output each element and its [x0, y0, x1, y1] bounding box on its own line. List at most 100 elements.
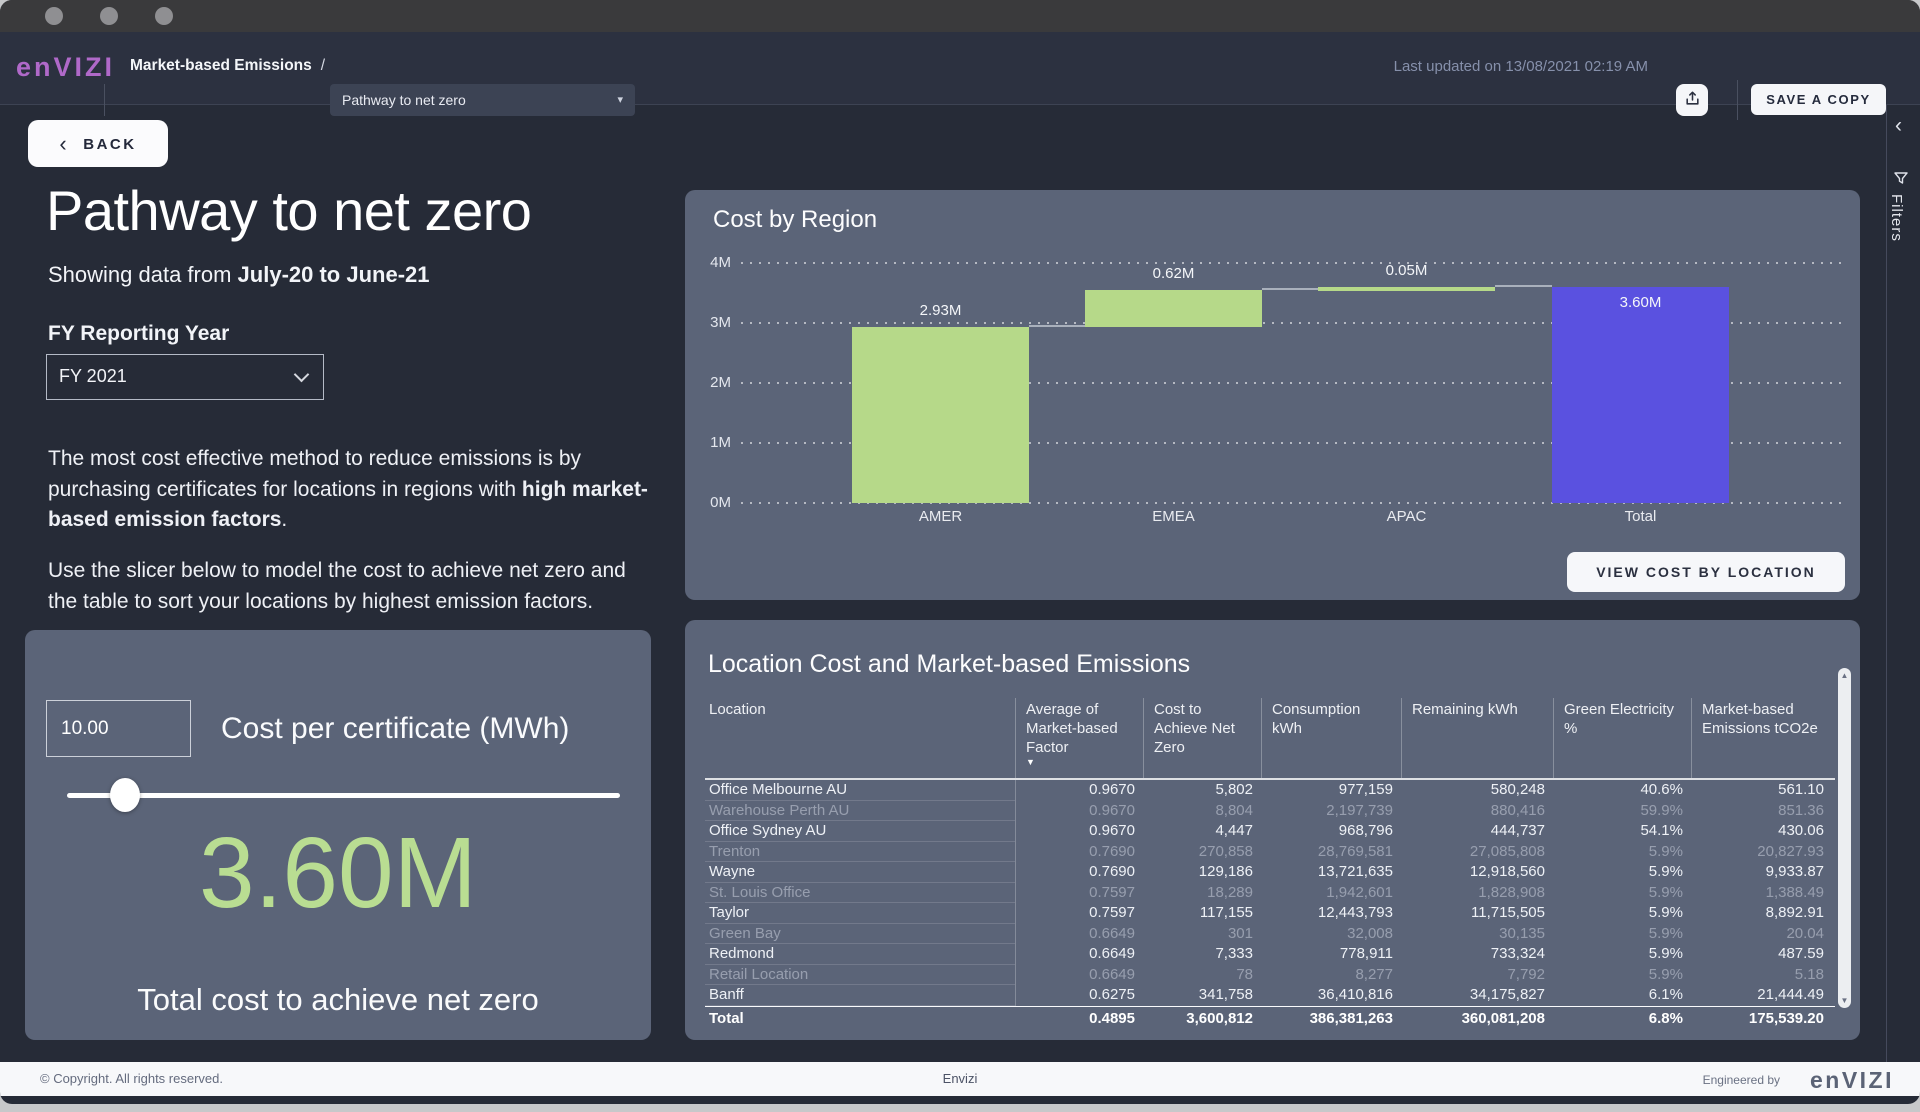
y-axis-tick-label: 1M — [685, 434, 731, 451]
window-control-icon[interactable] — [45, 7, 63, 25]
column-header[interactable]: Remaining kWh — [1401, 698, 1553, 778]
waterfall-bar-total[interactable] — [1552, 287, 1729, 503]
report-selector-value: Pathway to net zero — [342, 92, 466, 108]
chart-gridline — [741, 262, 1843, 264]
fy-year-dropdown[interactable]: FY 2021 — [46, 354, 324, 400]
window-control-icon[interactable] — [155, 7, 173, 25]
table-total-cell: 175,539.20 — [1691, 1007, 1832, 1032]
table-cell: 5.18 — [1691, 965, 1832, 986]
total-cost-value: 3.60M — [25, 816, 651, 931]
table-cell: 778,911 — [1261, 944, 1401, 965]
cost-slider-track[interactable] — [67, 793, 620, 798]
table-row[interactable]: Retail Location0.6649788,2777,7925.9%5.1… — [705, 965, 1835, 986]
table-cell: 59.9% — [1553, 801, 1691, 822]
waterfall-connector — [1029, 325, 1085, 327]
table-cell: 8,892.91 — [1691, 903, 1832, 924]
cost-slider-thumb[interactable] — [110, 778, 140, 812]
table-cell: 5.9% — [1553, 842, 1691, 863]
table-cell: 20,827.93 — [1691, 842, 1832, 863]
table-cell: 129,186 — [1143, 862, 1261, 883]
waterfall-connector — [1495, 285, 1552, 287]
table-row[interactable]: Office Melbourne AU0.96705,802977,159580… — [705, 780, 1835, 801]
table-cell: 7,333 — [1143, 944, 1261, 965]
column-header[interactable]: Market-based Emissions tCO2e — [1691, 698, 1832, 778]
table-row[interactable]: Trenton0.7690270,85828,769,58127,085,808… — [705, 842, 1835, 863]
table-cell: 7,792 — [1401, 965, 1553, 986]
table-row[interactable]: Office Sydney AU0.96704,447968,796444,73… — [705, 821, 1835, 842]
scroll-down-icon[interactable]: ▼ — [1838, 996, 1851, 1005]
bar-data-label: 0.62M — [1085, 265, 1262, 282]
column-header[interactable]: Cost to Achieve Net Zero — [1143, 698, 1261, 778]
table-cell: 54.1% — [1553, 821, 1691, 842]
certificate-cost-card: Cost per certificate (MWh) 3.60M Total c… — [25, 630, 651, 1040]
table-row[interactable]: Green Bay0.664930132,00830,1355.9%20.04 — [705, 924, 1835, 945]
table-row[interactable]: St. Louis Office0.759718,2891,942,6011,8… — [705, 883, 1835, 904]
table-row[interactable]: Banff0.6275341,75836,410,81634,175,8276.… — [705, 985, 1835, 1006]
table-cell: 487.59 — [1691, 944, 1832, 965]
table-cell: 968,796 — [1261, 821, 1401, 842]
table-row[interactable]: Wayne0.7690129,18613,721,63512,918,5605.… — [705, 862, 1835, 883]
table-cell: Green Bay — [705, 924, 1015, 945]
waterfall-bar-emea[interactable] — [1085, 290, 1262, 327]
table-cell: 0.7690 — [1015, 862, 1143, 883]
report-selector-dropdown[interactable]: Pathway to net zero ▾ — [330, 84, 635, 116]
cost-per-certificate-input[interactable] — [46, 700, 191, 757]
table-cell: 444,737 — [1401, 821, 1553, 842]
table-total-cell: 3,600,812 — [1143, 1007, 1261, 1032]
waterfall-chart: 0M1M2M3M4M2.93MAMER0.62MEMEA0.05MAPAC3.6… — [685, 190, 1860, 600]
table-cell: 0.6649 — [1015, 944, 1143, 965]
table-total-row: Total0.48953,600,812386,381,263360,081,2… — [705, 1006, 1835, 1032]
scroll-up-icon[interactable]: ▲ — [1838, 671, 1851, 680]
table-total-cell: 360,081,208 — [1401, 1007, 1553, 1032]
table-cell: 0.9670 — [1015, 780, 1143, 801]
app-footer: © Copyright. All rights reserved. Envizi… — [0, 1062, 1920, 1096]
export-button[interactable] — [1676, 84, 1708, 116]
subtitle-prefix: Showing data from — [48, 262, 238, 287]
table-cell: 40.6% — [1553, 780, 1691, 801]
table-cell: 18,289 — [1143, 883, 1261, 904]
table-cell: Taylor — [705, 903, 1015, 924]
collapse-filters-icon[interactable]: ‹ — [1895, 114, 1902, 138]
waterfall-bar-apac[interactable] — [1318, 287, 1495, 291]
y-axis-tick-label: 3M — [685, 314, 731, 331]
table-scrollbar[interactable]: ▲ ▼ — [1838, 668, 1851, 1008]
filter-funnel-icon[interactable] — [1893, 170, 1909, 191]
cost-per-certificate-label: Cost per certificate (MWh) — [221, 712, 569, 746]
table-cell: 5.9% — [1553, 944, 1691, 965]
table-cell: 0.9670 — [1015, 801, 1143, 822]
table-cell: 9,933.87 — [1691, 862, 1832, 883]
view-cost-by-location-button[interactable]: VIEW COST BY LOCATION — [1567, 552, 1845, 592]
footer-brand-text: Envizi — [0, 1071, 1920, 1086]
table-cell: 430.06 — [1691, 821, 1832, 842]
column-header[interactable]: Location — [705, 698, 1015, 778]
waterfall-bar-amer[interactable] — [852, 327, 1029, 503]
x-axis-category-label: APAC — [1318, 508, 1495, 525]
table-cell: Banff — [705, 985, 1015, 1006]
back-button[interactable]: ‹BACK — [28, 120, 168, 167]
table-row[interactable]: Warehouse Perth AU0.96708,8042,197,73988… — [705, 801, 1835, 822]
table-cell: 0.7690 — [1015, 842, 1143, 863]
filters-rail-label[interactable]: Filters — [1888, 194, 1905, 242]
table-cell: Redmond — [705, 944, 1015, 965]
table-cell: 12,443,793 — [1261, 903, 1401, 924]
table-cell: 0.7597 — [1015, 903, 1143, 924]
table-title: Location Cost and Market-based Emissions — [708, 650, 1190, 679]
table-row[interactable]: Taylor0.7597117,15512,443,79311,715,5055… — [705, 903, 1835, 924]
table-cell: 851.36 — [1691, 801, 1832, 822]
column-header[interactable]: Green Electricity % — [1553, 698, 1691, 778]
column-header[interactable]: Average of Market-based Factor▼ — [1015, 698, 1143, 778]
table-row[interactable]: Redmond0.66497,333778,911733,3245.9%487.… — [705, 944, 1835, 965]
breadcrumb[interactable]: Market-based Emissions/ — [130, 57, 325, 75]
table-cell: 12,918,560 — [1401, 862, 1553, 883]
divider — [104, 84, 105, 116]
column-header[interactable]: Consumption kWh — [1261, 698, 1401, 778]
cost-by-region-card: Cost by Region 0M1M2M3M4M2.93MAMER0.62ME… — [685, 190, 1860, 600]
divider — [1737, 80, 1738, 120]
table-cell: 1,388.49 — [1691, 883, 1832, 904]
table-cell: 8,804 — [1143, 801, 1261, 822]
table-cell: 270,858 — [1143, 842, 1261, 863]
save-a-copy-button[interactable]: SAVE A COPY — [1751, 84, 1886, 115]
window-control-icon[interactable] — [100, 7, 118, 25]
intro-paragraph: The most cost effective method to reduce… — [48, 444, 648, 536]
page-title: Pathway to net zero — [46, 178, 531, 243]
